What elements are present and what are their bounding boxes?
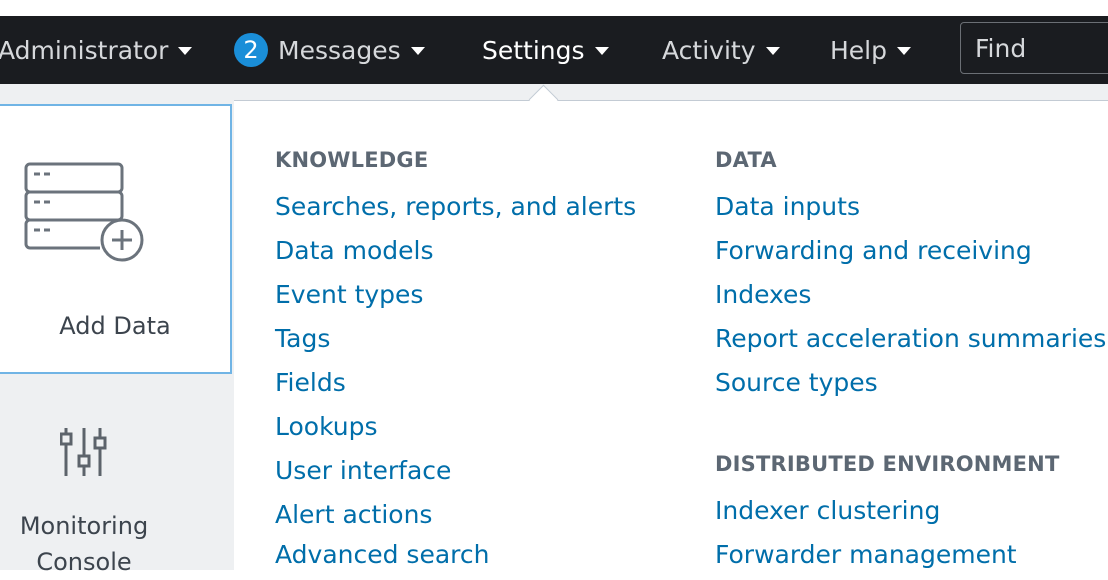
user-menu[interactable]: Administrator — [0, 16, 193, 84]
sliders-icon — [60, 428, 107, 476]
section-title-distributed-environment: DISTRIBUTED ENVIRONMENT — [715, 452, 1060, 476]
caret-down-icon — [178, 47, 193, 55]
add-data-icon — [24, 162, 144, 262]
menu-link[interactable]: Report acceleration summaries — [715, 324, 1106, 353]
settings-menu-label: Settings — [482, 35, 585, 65]
add-data-tile[interactable]: Add Data — [0, 104, 232, 374]
monitoring-label-line2: Console — [36, 548, 132, 576]
user-menu-label: Administrator — [0, 35, 169, 65]
help-menu-label: Help — [830, 35, 887, 65]
messages-count-badge: 2 — [234, 33, 268, 67]
caret-down-icon — [897, 47, 911, 55]
menu-link[interactable]: Lookups — [275, 412, 378, 441]
activity-menu-label: Activity — [662, 35, 756, 65]
menu-link[interactable]: Fields — [275, 368, 346, 397]
menu-link[interactable]: User interface — [275, 456, 451, 485]
menu-link[interactable]: Event types — [275, 280, 423, 309]
section-title-data: DATA — [715, 148, 777, 172]
monitoring-console-label: Monitoring Console — [0, 508, 168, 580]
top-strip — [0, 0, 1108, 16]
add-data-label: Add Data — [59, 312, 171, 340]
monitoring-label-line1: Monitoring — [19, 512, 149, 540]
menu-link[interactable]: Indexer clustering — [715, 496, 940, 525]
find-input[interactable] — [960, 22, 1108, 74]
monitoring-console-tile[interactable]: Monitoring Console — [0, 400, 234, 576]
activity-menu[interactable]: Activity — [662, 16, 780, 84]
menu-link[interactable]: Searches, reports, and alerts — [275, 192, 636, 221]
menu-link[interactable]: Indexes — [715, 280, 811, 309]
menu-link[interactable]: Source types — [715, 368, 878, 397]
help-menu[interactable]: Help — [830, 16, 911, 84]
section-title-knowledge: KNOWLEDGE — [275, 148, 429, 172]
messages-menu[interactable]: 2 Messages — [234, 16, 425, 84]
menu-link[interactable]: Forwarding and receiving — [715, 236, 1032, 265]
messages-menu-label: Messages — [278, 35, 401, 65]
menu-link[interactable]: Data models — [275, 236, 434, 265]
caret-down-icon — [765, 47, 780, 55]
menu-link[interactable]: Data inputs — [715, 192, 860, 221]
top-navbar: Administrator 2 Messages Settings Activi… — [0, 16, 1108, 84]
settings-menu[interactable]: Settings — [482, 16, 609, 84]
menu-link[interactable]: Forwarder management — [715, 540, 1017, 569]
menu-link[interactable]: Tags — [275, 324, 330, 353]
menu-link[interactable]: Advanced search — [275, 540, 489, 569]
caret-down-icon — [594, 47, 609, 55]
menu-link[interactable]: Alert actions — [275, 500, 432, 529]
caret-down-icon — [410, 47, 425, 55]
